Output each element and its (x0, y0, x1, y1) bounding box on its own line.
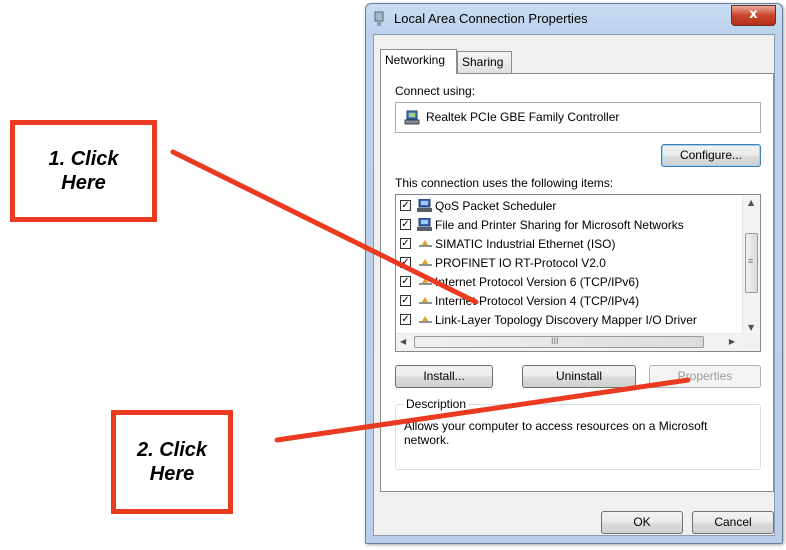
items-label: This connection uses the following items… (395, 176, 614, 190)
scrollbar-corner (743, 334, 760, 351)
horizontal-scrollbar[interactable]: ◀ III ▶ (396, 333, 743, 351)
tab-sharing-label: Sharing (462, 55, 504, 69)
scroll-up-icon[interactable]: ▲ (748, 198, 754, 207)
properties-dialog: Local Area Connection Properties x Netwo… (365, 3, 783, 544)
list-item-label: QoS Packet Scheduler (435, 199, 557, 213)
items-list[interactable]: ✓ QoS Packet Scheduler ✓ File and Printe… (395, 194, 761, 352)
cancel-button[interactable]: Cancel (692, 511, 774, 534)
checkbox[interactable]: ✓ (400, 257, 411, 268)
vertical-scroll-thumb[interactable]: ≡ (745, 233, 758, 293)
description-title: Description (404, 397, 469, 411)
list-item-label: Internet Protocol Version 4 (TCP/IPv4) (435, 294, 640, 308)
list-item-label: Internet Protocol Version 6 (TCP/IPv6) (435, 275, 640, 289)
list-item-label: SIMATIC Industrial Ethernet (ISO) (435, 237, 616, 251)
checkbox[interactable]: ✓ (400, 276, 411, 287)
thumb-grip-icon: ≡ (748, 256, 754, 266)
list-item-label: PROFINET IO RT-Protocol V2.0 (435, 256, 606, 270)
install-button-label: Install... (423, 369, 465, 383)
networking-panel: Connect using: Realtek PCIe GBE Family C… (380, 73, 774, 492)
network-adapter-icon (404, 110, 420, 125)
scroll-left-icon[interactable]: ◀ (400, 337, 406, 346)
dialog-client-area: Networking Sharing Connect using: Realte… (373, 34, 775, 536)
vertical-scrollbar[interactable]: ▲ ≡ ▼ (742, 195, 760, 334)
window-title: Local Area Connection Properties (394, 11, 588, 26)
network-connection-icon (374, 11, 384, 26)
horizontal-scroll-thumb[interactable]: III (414, 336, 704, 348)
checkbox[interactable]: ✓ (400, 295, 411, 306)
install-button[interactable]: Install... (395, 365, 493, 388)
cancel-button-label: Cancel (714, 515, 752, 529)
list-item[interactable]: ✓ Link-Layer Topology Discovery Mapper I… (396, 311, 743, 330)
list-item-label: Link-Layer Topology Discovery Mapper I/O… (435, 313, 697, 327)
list-item-label: File and Printer Sharing for Microsoft N… (435, 218, 684, 232)
ok-button-label: OK (633, 515, 651, 529)
protocol-icon (419, 316, 432, 323)
protocol-icon (419, 278, 432, 285)
protocol-icon (419, 297, 432, 304)
list-item[interactable]: ✓ SIMATIC Industrial Ethernet (ISO) (396, 235, 743, 254)
configure-button-label: Configure... (679, 148, 743, 162)
protocol-icon (419, 240, 432, 247)
callout-click-here-1: 1. Click Here (10, 120, 157, 222)
protocol-icon (419, 259, 432, 266)
connect-using-label: Connect using: (395, 84, 476, 98)
callout-1-text: 1. Click Here (48, 148, 119, 194)
properties-button-label: Properties (677, 369, 733, 383)
scroll-right-icon[interactable]: ▶ (729, 337, 735, 346)
checkbox[interactable]: ✓ (400, 238, 411, 249)
ok-button[interactable]: OK (601, 511, 683, 534)
network-client-icon (417, 199, 432, 212)
list-item[interactable]: ✓ Internet Protocol Version 6 (TCP/IPv6) (396, 273, 743, 292)
checkbox[interactable]: ✓ (400, 219, 411, 230)
uninstall-button[interactable]: Uninstall (522, 365, 636, 388)
adapter-field: Realtek PCIe GBE Family Controller (395, 102, 761, 133)
list-item[interactable]: ✓ File and Printer Sharing for Microsoft… (396, 216, 743, 235)
checkbox[interactable]: ✓ (400, 200, 411, 211)
scroll-down-icon[interactable]: ▼ (748, 323, 754, 332)
description-group: Description Allows your computer to acce… (395, 397, 761, 470)
checkbox[interactable]: ✓ (400, 314, 411, 325)
thumb-grip-icon: III (551, 336, 559, 346)
configure-button[interactable]: Configure... (661, 144, 761, 167)
tab-sharing[interactable]: Sharing (457, 51, 512, 73)
adapter-name: Realtek PCIe GBE Family Controller (426, 110, 620, 124)
properties-button[interactable]: Properties (649, 365, 761, 388)
callout-2-text: 2. Click Here (136, 439, 208, 485)
description-text: Allows your computer to access resources… (404, 419, 708, 447)
list-item[interactable]: ✓ Internet Protocol Version 4 (TCP/IPv4) (396, 292, 743, 311)
network-client-icon (417, 218, 432, 231)
title-bar[interactable]: Local Area Connection Properties x (366, 4, 782, 34)
callout-click-here-2: 2. Click Here (111, 410, 233, 514)
list-item[interactable]: ✓ QoS Packet Scheduler (396, 197, 743, 216)
uninstall-button-label: Uninstall (555, 369, 603, 383)
tab-networking-label: Networking (385, 53, 446, 67)
close-button[interactable]: x (731, 5, 776, 26)
list-item[interactable]: ✓ PROFINET IO RT-Protocol V2.0 (396, 254, 743, 273)
tab-networking[interactable]: Networking (380, 49, 457, 74)
